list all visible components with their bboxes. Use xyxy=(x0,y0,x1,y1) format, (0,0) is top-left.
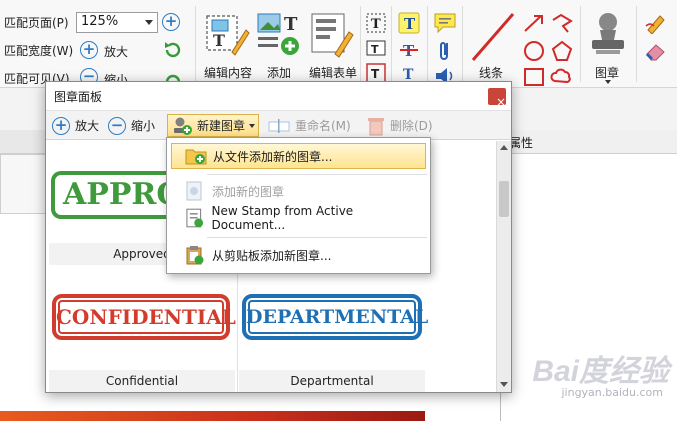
polygon-icon[interactable] xyxy=(550,40,574,62)
chevron-up-icon xyxy=(500,145,508,150)
add-icon[interactable]: T xyxy=(256,10,302,58)
properties-title: 属性 xyxy=(509,136,534,150)
line-tool-icon[interactable] xyxy=(467,8,519,66)
edit-form-icon[interactable] xyxy=(309,10,355,58)
attachment-icon[interactable] xyxy=(437,39,453,63)
new-stamp-button[interactable]: 新建图章 xyxy=(167,114,260,137)
stamp-departmental[interactable]: DEPARTMENTAL Departmental xyxy=(239,274,428,392)
new-stamp-icon xyxy=(174,117,192,135)
polyline-icon[interactable] xyxy=(550,12,574,34)
ellipse-icon[interactable] xyxy=(522,40,546,62)
scroll-thumb[interactable] xyxy=(499,181,509,217)
stamp-confidential[interactable]: CONFIDENTIAL Confidential xyxy=(49,274,236,392)
stamp-button[interactable]: 图章 xyxy=(595,64,619,81)
rename-button[interactable]: 重命名(M) xyxy=(268,114,351,137)
svg-text:T: T xyxy=(371,43,379,56)
edit-form-button[interactable]: 编辑表单 xyxy=(309,64,357,81)
eraser-icon[interactable] xyxy=(644,40,668,62)
zoom-select[interactable]: 125% xyxy=(76,12,158,33)
svg-text:T: T xyxy=(371,17,381,32)
fit-width-button[interactable]: 匹配宽度(W) xyxy=(4,42,73,59)
svg-text:T: T xyxy=(404,15,416,33)
svg-text:T: T xyxy=(371,67,380,81)
chevron-down-icon xyxy=(145,20,153,25)
text-box-icon[interactable]: T xyxy=(365,12,387,34)
stamp-confidential-graphic: CONFIDENTIAL xyxy=(52,294,236,340)
gallery-scrollbar[interactable] xyxy=(496,141,511,392)
ribbon: 匹配页面(P) 匹配宽度(W) 匹配可见(V) 125% + + 放大 − 缩小… xyxy=(0,0,677,88)
watermark-logo: Bai度经验 xyxy=(532,355,669,388)
chevron-down-icon xyxy=(605,80,611,84)
folder-icon xyxy=(185,149,207,165)
menu-item-from-clipboard[interactable]: 从剪贴板添加新图章... xyxy=(171,242,426,268)
zoom-in-icon: + xyxy=(52,116,70,135)
rename-icon xyxy=(268,118,290,133)
fit-page-button[interactable]: 匹配页面(P) xyxy=(4,14,69,31)
chevron-down-icon xyxy=(500,382,508,387)
zoom-out-button[interactable]: − 缩小 xyxy=(108,114,155,137)
note-icon[interactable] xyxy=(433,12,457,34)
chevron-down-icon xyxy=(249,123,256,128)
watermark-url: jingyan.baidu.com xyxy=(561,386,663,399)
close-button[interactable]: × xyxy=(488,88,506,109)
stamp-icon[interactable] xyxy=(586,10,630,58)
rectangle-icon[interactable] xyxy=(522,66,546,88)
close-icon: × xyxy=(496,95,507,109)
stamp-label: Confidential xyxy=(49,370,235,392)
menu-item-from-active-document[interactable]: New Stamp from Active Document... xyxy=(171,204,426,232)
scroll-up-button[interactable] xyxy=(497,141,511,155)
rotate-icon[interactable] xyxy=(163,40,183,60)
document-decoration xyxy=(0,411,425,421)
add-button[interactable]: 添加 xyxy=(267,64,291,81)
zoom-in-icon[interactable]: + xyxy=(162,13,180,31)
dialog-title: 图章面板 xyxy=(54,90,103,104)
stamp-departmental-graphic: DEPARTMENTAL xyxy=(242,294,428,340)
trash-icon xyxy=(368,117,384,135)
arrow-tool-icon[interactable] xyxy=(522,12,546,34)
cloud-icon[interactable] xyxy=(550,66,574,88)
dialog-title-bar[interactable]: 图章面板 × xyxy=(46,82,511,110)
pencil-icon[interactable] xyxy=(644,12,668,34)
document-thumbnail xyxy=(0,154,46,214)
svg-text:T: T xyxy=(213,31,225,50)
document-stamp-icon xyxy=(186,208,204,228)
zoom-value: 125% xyxy=(81,14,119,29)
edit-content-icon[interactable]: T xyxy=(204,10,250,58)
strikeout-icon[interactable]: T xyxy=(398,39,420,61)
dialog-toolbar: + 放大 − 缩小 新建图章 重命名(M) 删除(D) xyxy=(46,110,511,140)
new-stamp-icon xyxy=(186,181,202,201)
menu-item-add-from-file[interactable]: 从文件添加新的图章... xyxy=(171,143,426,169)
stamp-label: Departmental xyxy=(239,370,425,392)
zoom-in-icon[interactable]: + xyxy=(80,41,98,59)
zoom-in-button[interactable]: + 放大 xyxy=(52,114,99,137)
scroll-down-button[interactable] xyxy=(497,377,511,391)
highlight-text-icon[interactable]: T xyxy=(398,12,420,34)
edit-content-button[interactable]: 编辑内容 xyxy=(204,64,252,81)
zoom-out-icon: − xyxy=(108,116,126,135)
clipboard-icon xyxy=(186,246,204,265)
delete-button[interactable]: 删除(D) xyxy=(367,114,433,137)
menu-item-add-new[interactable]: 添加新的图章 xyxy=(171,178,426,204)
new-stamp-menu: 从文件添加新的图章... 添加新的图章 New Stamp from Activ… xyxy=(166,137,431,274)
properties-header: 属性 xyxy=(501,130,677,154)
lines-button[interactable]: 线条 xyxy=(479,64,503,81)
callout-icon[interactable]: T xyxy=(365,38,387,60)
zoom-in-button[interactable]: 放大 xyxy=(104,43,128,60)
svg-text:T: T xyxy=(284,14,298,35)
